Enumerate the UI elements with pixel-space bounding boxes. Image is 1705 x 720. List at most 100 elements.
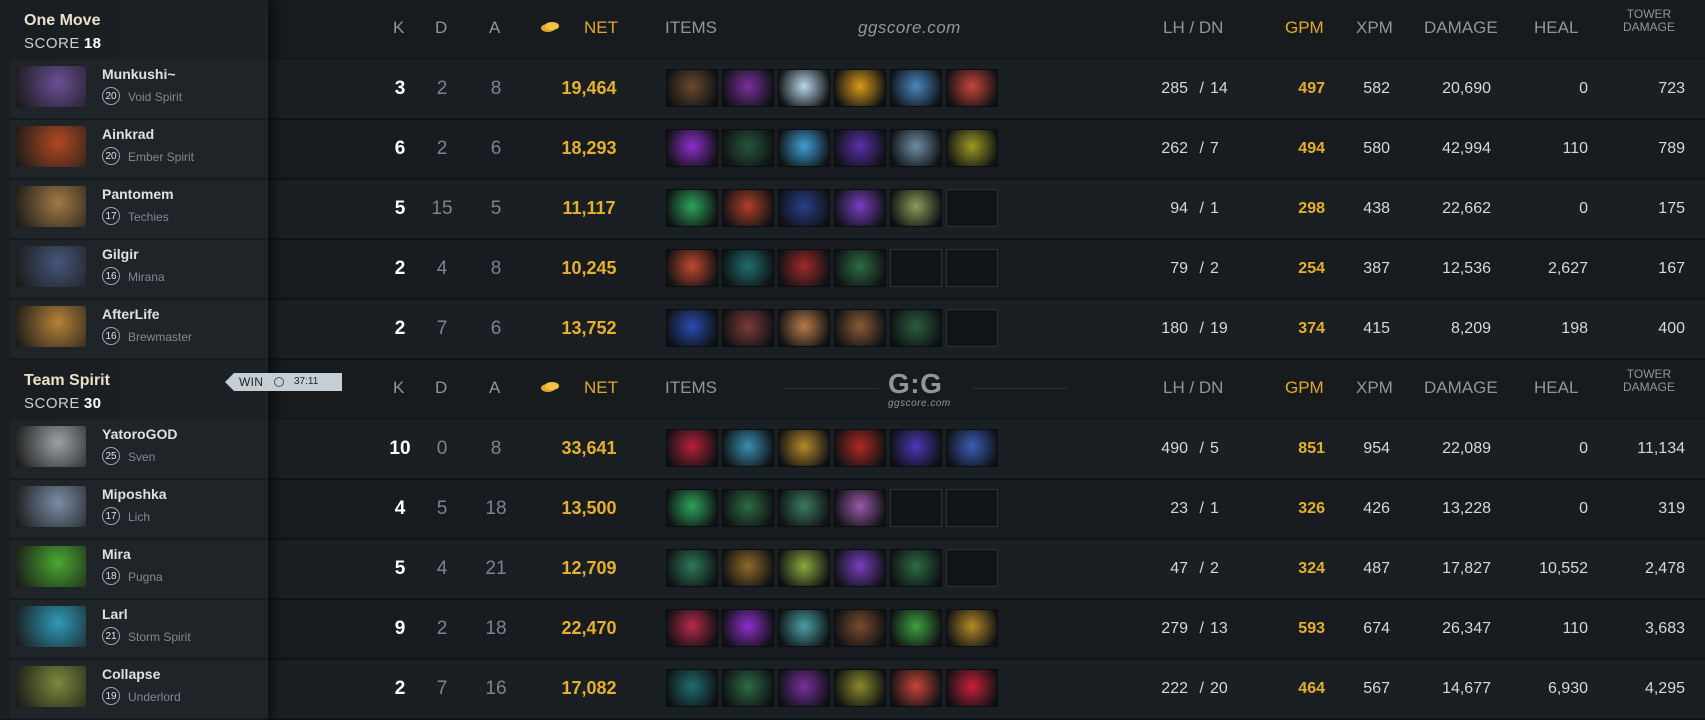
item-icon[interactable] [722, 189, 774, 227]
empty-item-slot[interactable] [890, 489, 942, 527]
empty-item-slot[interactable] [946, 249, 998, 287]
col-header-xpm[interactable]: XPM [1356, 378, 1393, 398]
player-name[interactable]: Gilgir [102, 246, 139, 262]
item-icon[interactable] [834, 549, 886, 587]
item-icon[interactable] [666, 69, 718, 107]
item-icon[interactable] [722, 129, 774, 167]
empty-item-slot[interactable] [946, 489, 998, 527]
player-card[interactable]: Munkushi~ 20 Void Spirit [10, 60, 268, 120]
player-name[interactable]: Collapse [102, 666, 160, 682]
empty-item-slot[interactable] [890, 249, 942, 287]
item-icon[interactable] [890, 69, 942, 107]
empty-item-slot[interactable] [946, 549, 998, 587]
col-header-last-hits[interactable]: LH / DN [1163, 378, 1223, 398]
player-card[interactable]: YatoroGOD 25 Sven [10, 420, 268, 480]
item-icon[interactable] [890, 189, 942, 227]
col-header-kills[interactable]: K [393, 378, 404, 398]
item-icon[interactable] [666, 549, 718, 587]
item-icon[interactable] [778, 609, 830, 647]
item-icon[interactable] [890, 669, 942, 707]
col-header-assists[interactable]: A [489, 18, 500, 38]
col-header-kills[interactable]: K [393, 18, 404, 38]
item-icon[interactable] [666, 669, 718, 707]
item-icon[interactable] [890, 309, 942, 347]
player-card[interactable]: AfterLife 16 Brewmaster [10, 300, 268, 360]
player-card[interactable]: Pantomem 17 Techies [10, 180, 268, 240]
player-name[interactable]: Mira [102, 546, 131, 562]
item-icon[interactable] [834, 249, 886, 287]
item-icon[interactable] [946, 669, 998, 707]
item-icon[interactable] [946, 429, 998, 467]
item-icon[interactable] [834, 129, 886, 167]
col-header-last-hits[interactable]: LH / DN [1163, 18, 1223, 38]
item-icon[interactable] [890, 549, 942, 587]
item-icon[interactable] [946, 609, 998, 647]
item-icon[interactable] [890, 129, 942, 167]
item-icon[interactable] [778, 189, 830, 227]
player-name[interactable]: Ainkrad [102, 126, 154, 142]
player-name[interactable]: Miposhka [102, 486, 167, 502]
player-card[interactable]: Gilgir 16 Mirana [10, 240, 268, 300]
player-name[interactable]: Larl [102, 606, 128, 622]
player-name[interactable]: AfterLife [102, 306, 160, 322]
item-icon[interactable] [666, 189, 718, 227]
player-name[interactable]: YatoroGOD [102, 426, 177, 442]
player-card[interactable]: Larl 21 Storm Spirit [10, 600, 268, 660]
col-header-net-worth[interactable]: NET [584, 18, 618, 38]
col-header-assists[interactable]: A [489, 378, 500, 398]
item-icon[interactable] [890, 429, 942, 467]
col-header-damage[interactable]: DAMAGE [1424, 18, 1498, 38]
empty-item-slot[interactable] [946, 309, 998, 347]
col-header-tower-damage[interactable]: TOWER DAMAGE [1614, 8, 1684, 34]
player-name[interactable]: Munkushi~ [102, 66, 176, 82]
player-card[interactable]: Mira 18 Pugna [10, 540, 268, 600]
item-icon[interactable] [778, 309, 830, 347]
item-icon[interactable] [778, 249, 830, 287]
col-header-deaths[interactable]: D [435, 378, 447, 398]
item-icon[interactable] [666, 609, 718, 647]
item-icon[interactable] [666, 489, 718, 527]
empty-item-slot[interactable] [946, 189, 998, 227]
item-icon[interactable] [834, 69, 886, 107]
item-icon[interactable] [722, 69, 774, 107]
col-header-items[interactable]: ITEMS [665, 18, 717, 38]
item-icon[interactable] [834, 189, 886, 227]
item-icon[interactable] [722, 429, 774, 467]
item-icon[interactable] [666, 249, 718, 287]
col-header-heal[interactable]: HEAL [1534, 378, 1578, 398]
item-icon[interactable] [722, 489, 774, 527]
item-icon[interactable] [722, 309, 774, 347]
item-icon[interactable] [778, 669, 830, 707]
item-icon[interactable] [778, 129, 830, 167]
col-header-xpm[interactable]: XPM [1356, 18, 1393, 38]
col-header-gpm[interactable]: GPM [1285, 378, 1324, 398]
item-icon[interactable] [834, 669, 886, 707]
item-icon[interactable] [778, 549, 830, 587]
item-icon[interactable] [666, 129, 718, 167]
item-icon[interactable] [666, 309, 718, 347]
player-card[interactable]: Collapse 19 Underlord [10, 660, 268, 720]
item-icon[interactable] [834, 429, 886, 467]
item-icon[interactable] [722, 549, 774, 587]
item-icon[interactable] [834, 309, 886, 347]
col-header-heal[interactable]: HEAL [1534, 18, 1578, 38]
col-header-damage[interactable]: DAMAGE [1424, 378, 1498, 398]
col-header-items[interactable]: ITEMS [665, 378, 717, 398]
item-icon[interactable] [946, 129, 998, 167]
col-header-tower-damage[interactable]: TOWER DAMAGE [1614, 368, 1684, 394]
col-header-net-worth[interactable]: NET [584, 378, 618, 398]
col-header-deaths[interactable]: D [435, 18, 447, 38]
item-icon[interactable] [778, 69, 830, 107]
item-icon[interactable] [834, 609, 886, 647]
item-icon[interactable] [722, 669, 774, 707]
player-name[interactable]: Pantomem [102, 186, 174, 202]
player-card[interactable]: Ainkrad 20 Ember Spirit [10, 120, 268, 180]
item-icon[interactable] [946, 69, 998, 107]
item-icon[interactable] [778, 429, 830, 467]
item-icon[interactable] [722, 609, 774, 647]
item-icon[interactable] [666, 429, 718, 467]
col-header-gpm[interactable]: GPM [1285, 18, 1324, 38]
item-icon[interactable] [890, 609, 942, 647]
item-icon[interactable] [834, 489, 886, 527]
item-icon[interactable] [778, 489, 830, 527]
